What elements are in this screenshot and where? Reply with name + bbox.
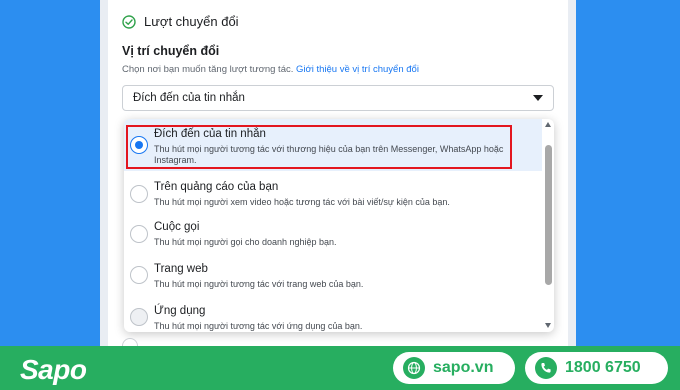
option-title: Cuộc gọi bbox=[154, 221, 200, 233]
brand-logo: Sapo bbox=[20, 354, 87, 385]
scroll-down-arrow-icon[interactable] bbox=[545, 323, 551, 328]
option-description: Thu hút mọi người tương tác với trang we… bbox=[154, 279, 364, 289]
phone-text: 1800 6750 bbox=[565, 359, 641, 376]
conversion-location-select[interactable]: Đích đến của tin nhắn bbox=[122, 85, 554, 111]
field-label: Vị trí chuyển đổi bbox=[122, 44, 220, 58]
field-help: Chọn nơi bạn muốn tăng lượt tương tác. G… bbox=[122, 64, 419, 75]
section-title: Lượt chuyển đổi bbox=[144, 14, 239, 29]
option-description: Thu hút mọi người xem video hoặc tương t… bbox=[154, 197, 450, 207]
option-website[interactable]: Trang web Thu hút mọi người tương tác vớ… bbox=[124, 253, 542, 295]
caret-down-icon[interactable] bbox=[533, 95, 543, 101]
highlight-annotation bbox=[126, 125, 512, 169]
check-circle-icon bbox=[122, 14, 136, 29]
field-help-text: Chọn nơi bạn muốn tăng lượt tương tác. bbox=[122, 64, 294, 75]
radio-button[interactable] bbox=[130, 185, 148, 203]
select-value: Đích đến của tin nhắn bbox=[133, 92, 245, 104]
option-app[interactable]: Ứng dụng Thu hút mọi người tương tác với… bbox=[124, 295, 542, 332]
option-description: Thu hút mọi người gọi cho doanh nghiệp b… bbox=[154, 237, 337, 247]
page-background: Lượt chuyển đổi Vị trí chuyển đổi Chọn n… bbox=[0, 0, 680, 390]
option-title: Trang web bbox=[154, 263, 208, 275]
scrollbar[interactable] bbox=[543, 119, 554, 332]
field-help-link[interactable]: Giới thiệu về vị trí chuyển đổi bbox=[296, 64, 419, 75]
phone-pill[interactable]: 1800 6750 bbox=[525, 352, 668, 384]
scroll-up-arrow-icon[interactable] bbox=[545, 122, 551, 127]
radio-button[interactable] bbox=[130, 266, 148, 284]
website-pill[interactable]: sapo.vn bbox=[393, 352, 515, 384]
radio-button[interactable] bbox=[130, 308, 148, 326]
option-title: Trên quảng cáo của bạn bbox=[154, 181, 279, 193]
option-description: Thu hút mọi người tương tác với ứng dụng… bbox=[154, 321, 363, 331]
phone-icon bbox=[535, 357, 557, 379]
radio-button[interactable] bbox=[130, 225, 148, 243]
option-calls[interactable]: Cuộc gọi Thu hút mọi người gọi cho doanh… bbox=[124, 213, 542, 253]
option-title: Ứng dụng bbox=[154, 305, 206, 317]
globe-icon bbox=[403, 357, 425, 379]
footer-banner: Sapo sapo.vn 1800 6750 bbox=[0, 346, 680, 390]
scrollbar-thumb[interactable] bbox=[545, 145, 552, 285]
settings-card: Lượt chuyển đổi Vị trí chuyển đổi Chọn n… bbox=[108, 0, 568, 350]
option-on-your-ad[interactable]: Trên quảng cáo của bạn Thu hút mọi người… bbox=[124, 171, 542, 213]
website-text: sapo.vn bbox=[433, 359, 494, 376]
section-header: Lượt chuyển đổi bbox=[122, 14, 239, 29]
